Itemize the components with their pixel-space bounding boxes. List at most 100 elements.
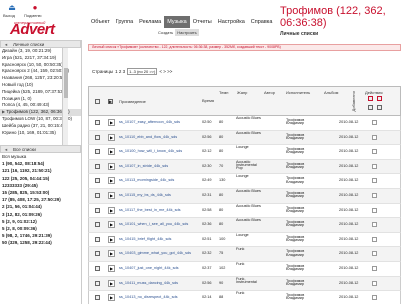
row-checkbox[interactable] — [95, 120, 100, 125]
playlist-item[interactable]: Позиция (1, 0) — [0, 96, 81, 103]
play-icon[interactable]: ▶ — [108, 162, 115, 170]
playlists-header[interactable]: ◄ Личные списки — [0, 40, 81, 48]
row-checkbox[interactable] — [95, 163, 100, 169]
playlist-item[interactable]: Попса (4, 45, 00:49:43) — [0, 102, 81, 109]
row-action-checkbox[interactable] — [372, 192, 377, 198]
submenu-label[interactable]: Подменю — [24, 13, 42, 18]
row-action-checkbox[interactable] — [372, 236, 377, 242]
menu-item-group[interactable]: Группа — [113, 16, 136, 28]
table-row[interactable]: ▶ ss_10110_ebb_and_flow_44k_sds 02:56 80 Aco… — [88, 130, 401, 146]
play-icon[interactable]: ▶ — [108, 294, 115, 302]
play-icon[interactable]: ▶ — [108, 133, 115, 141]
menu-item-music[interactable]: Музыка — [164, 16, 190, 28]
edit-icon[interactable] — [368, 105, 373, 110]
row-checkbox[interactable] — [95, 236, 100, 242]
track-name[interactable]: ss_10403_gimme_what_you_got_44k_sds — [119, 251, 191, 255]
play-icon[interactable]: ▶ — [108, 250, 115, 258]
menu-item-settings[interactable]: Настройка — [215, 16, 248, 28]
playlist-item[interactable]: Игра (521, 2217, 37:34:19) — [0, 55, 81, 62]
album-item[interactable]: 5 (98, 2, 1746, 29:21:39) — [0, 232, 81, 239]
album-item[interactable]: 2 (21, 56, 01:04:44) — [0, 203, 81, 210]
row-action-checkbox[interactable] — [372, 207, 377, 213]
table-row[interactable]: ▶ ss_10407_just_one_night_44k_sds 02:37 102… — [88, 261, 401, 277]
row-checkbox[interactable] — [95, 295, 100, 301]
play-icon[interactable]: ▶ — [108, 206, 115, 214]
playlist-item[interactable]: Красноярск 2 (44, 159, 02:50:36) — [0, 68, 81, 75]
track-name[interactable]: ss_10115_my_bs_ds_44k_sds — [119, 193, 171, 197]
playlist-item[interactable]: ▶ Трофимов (122, 362, 06:36:38) — [0, 109, 81, 116]
row-action-checkbox[interactable] — [372, 120, 377, 125]
table-row[interactable]: ▶ ss_10403_gimme_what_you_got_44k_sds 02:3… — [88, 247, 401, 262]
albums-header[interactable]: ◄ Все списки — [0, 145, 81, 153]
album-item[interactable]: 12333333 (29:45) — [0, 182, 81, 189]
play-icon[interactable]: ▶ — [108, 119, 115, 126]
row-action-checkbox[interactable] — [372, 280, 377, 286]
table-row[interactable]: ▶ ss_10113_morningside_44k_sds 02:49 130 Lou… — [88, 174, 401, 189]
play-all-icon[interactable]: ▶ — [108, 99, 113, 104]
playlist-item[interactable]: Пицейка (525, 2189, 07:37:53) — [0, 89, 81, 96]
album-item[interactable]: 121 (16, 1192, 21:50:21) — [0, 167, 81, 174]
album-item[interactable]: 122 (25, 205, 04:44:15) — [0, 175, 81, 182]
play-icon[interactable]: ▶ — [108, 279, 115, 287]
menu-item-reports[interactable]: Отчеты — [190, 16, 215, 28]
track-name[interactable]: ss_10117_the_best_in_me_44k_sds — [119, 208, 181, 212]
playlist-item[interactable]: Шейба радио (37, 21, 00:15:43) — [0, 123, 81, 130]
row-action-checkbox[interactable] — [372, 251, 377, 257]
play-icon[interactable]: ▶ — [108, 148, 115, 156]
remove-icon[interactable] — [377, 96, 382, 101]
play-icon[interactable]: ▶ — [108, 177, 115, 185]
page-links[interactable]: 1 2 3 — [115, 69, 125, 74]
row-checkbox[interactable] — [95, 192, 100, 198]
page-range-select[interactable]: 1..3 (по 20 >>) — [127, 68, 158, 75]
refresh-icon[interactable] — [377, 105, 382, 110]
row-checkbox[interactable] — [95, 280, 100, 286]
row-action-checkbox[interactable] — [372, 149, 377, 155]
row-action-checkbox[interactable] — [372, 178, 377, 184]
row-checkbox[interactable] — [95, 222, 100, 228]
page-nav[interactable]: < > >> — [159, 69, 172, 74]
playlist-item[interactable]: Дизайн (3, 19, 00:21:29) — [0, 48, 81, 55]
table-row[interactable]: ▶ ss_10107_in_stride_44k_sds 02:30 70 Acoust… — [88, 159, 401, 175]
submenu-configure[interactable]: Настроить — [175, 29, 199, 36]
track-name[interactable]: ss_10113_morningside_44k_sds — [119, 178, 174, 182]
col-genre[interactable]: Жанр — [237, 90, 247, 95]
album-item[interactable]: Вся музыка — [0, 153, 81, 160]
row-checkbox[interactable] — [95, 149, 100, 155]
collapse-icon[interactable]: ◄ — [4, 146, 8, 153]
menu-item-help[interactable]: Справка — [248, 16, 276, 28]
col-tempo[interactable]: Темп — [219, 90, 228, 95]
track-name[interactable]: ss_10107_easy_afternoon_44k_sds — [119, 120, 180, 124]
album-item[interactable]: 50 (329, 1258, 29:22:44) — [0, 239, 81, 246]
table-row[interactable]: ▶ ss_10413_no_disrespect_44k_sds 02:14 88 Fu… — [88, 291, 401, 304]
row-action-checkbox[interactable] — [372, 265, 377, 271]
track-name[interactable]: ss_10110_ebb_and_flow_44k_sds — [119, 135, 177, 139]
album-item[interactable]: 17 (85, 408, 17:25, 27:50:29) — [0, 196, 81, 203]
submenu-icon[interactable]: ● — [28, 4, 42, 12]
album-item[interactable]: 15 (285, 825, 15:53:00) — [0, 189, 81, 196]
table-row[interactable]: ▶ ss_10100_how_will_i_know_44k_sds 02:12 80… — [88, 145, 401, 160]
track-name[interactable]: ss_10100_how_will_i_know_44k_sds — [119, 149, 182, 153]
col-time[interactable]: Время — [202, 98, 214, 103]
col-composition[interactable]: Произведение — [119, 99, 146, 104]
col-added[interactable]: Добавлено — [351, 91, 356, 111]
menu-item-object[interactable]: Объект — [88, 16, 113, 28]
track-name[interactable]: ss_10415_brief_flight_44k_sds — [119, 237, 171, 241]
play-icon[interactable]: ▶ — [108, 264, 115, 272]
col-album[interactable]: Альбом — [324, 90, 338, 95]
album-item[interactable]: 5 (2, 8, 00:09:36) — [0, 225, 81, 232]
track-name[interactable]: ss_10101_when_i_see_all_you_44k_sds — [119, 222, 188, 226]
playlist-item[interactable]: Трофимов LOW (10, 87, 00:31:40) — [0, 116, 81, 123]
row-action-checkbox[interactable] — [372, 295, 377, 301]
table-row[interactable]: ▶ ss_10101_when_i_see_all_you_44k_sds 02:3… — [88, 218, 401, 233]
row-checkbox[interactable] — [95, 134, 100, 140]
track-name[interactable]: ss_10413_no_disrespect_44k_sds — [119, 295, 177, 299]
row-checkbox[interactable] — [95, 207, 100, 213]
play-icon[interactable]: ▶ — [108, 221, 115, 229]
playlist-item[interactable]: Названия (268, 1257, 23:20:54) — [0, 75, 81, 82]
menu-item-ads[interactable]: Реклама — [136, 16, 164, 28]
playlist-item[interactable]: Юрино (10, 169, 01:01:35) — [0, 130, 81, 137]
album-item[interactable]: 5 (2, 9, 01:02:12) — [0, 218, 81, 225]
table-row[interactable]: ▶ ss_10117_the_best_in_me_44k_sds 02:58 80 A… — [88, 203, 401, 219]
collapse-icon[interactable]: ◄ — [4, 41, 8, 48]
row-checkbox[interactable] — [95, 178, 100, 184]
